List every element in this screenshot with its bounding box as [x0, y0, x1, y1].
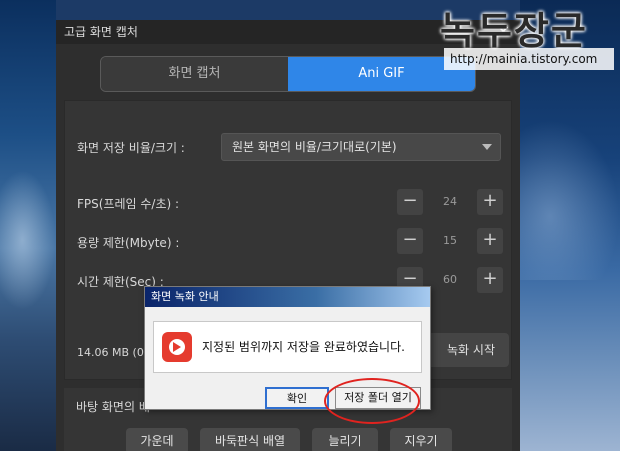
tile-button[interactable]: 바둑판식 배열 [200, 428, 300, 451]
ok-button[interactable]: 확인 [265, 387, 329, 409]
fps-plus-button[interactable]: + [477, 189, 503, 215]
dialog-message: 지정된 범위까지 저장을 완료하였습니다. [202, 340, 405, 354]
dialog-body: 지정된 범위까지 저장을 완료하였습니다. [153, 321, 422, 373]
size-limit-value[interactable]: 15 [423, 228, 477, 254]
fps-stepper: − 24 + [397, 189, 503, 215]
record-start-button[interactable]: 녹화 시작 [423, 333, 509, 367]
ratio-label: 화면 저장 비율/크기 : [77, 141, 185, 155]
ratio-value: 원본 화면의 비율/크기대로(기본) [232, 140, 397, 154]
clear-button[interactable]: 지우기 [390, 428, 452, 451]
dialog-title: 화면 녹화 안내 [145, 287, 430, 307]
chevron-down-icon [482, 144, 492, 150]
wallpaper-left [0, 0, 56, 451]
ratio-dropdown[interactable]: 원본 화면의 비율/크기대로(기본) [221, 133, 501, 161]
stretch-button[interactable]: 늘리기 [312, 428, 378, 451]
highlight-circle [324, 378, 420, 424]
fps-label: FPS(프레임 수/초) : [77, 197, 180, 211]
time-limit-value[interactable]: 60 [423, 267, 477, 293]
fps-value[interactable]: 24 [423, 189, 477, 215]
time-limit-plus-button[interactable]: + [477, 267, 503, 293]
app-logo-icon [162, 332, 192, 362]
size-limit-label: 용량 제한(Mbyte) : [77, 236, 180, 250]
size-limit-plus-button[interactable]: + [477, 228, 503, 254]
size-limit-minus-button[interactable]: − [397, 228, 423, 254]
recorded-size: 14.06 MB (00 [77, 346, 151, 359]
mode-tabs: 화면 캡처 Ani GIF [100, 56, 476, 92]
watermark-url: http://mainia.tistory.com [444, 48, 614, 70]
size-limit-stepper: − 15 + [397, 228, 503, 254]
tab-screen-capture[interactable]: 화면 캡처 [101, 57, 288, 91]
wallpaper-label: 바탕 화면의 배 [76, 400, 150, 414]
center-button[interactable]: 가운데 [126, 428, 188, 451]
fps-minus-button[interactable]: − [397, 189, 423, 215]
watermark-title: 녹두장군 [440, 8, 588, 53]
